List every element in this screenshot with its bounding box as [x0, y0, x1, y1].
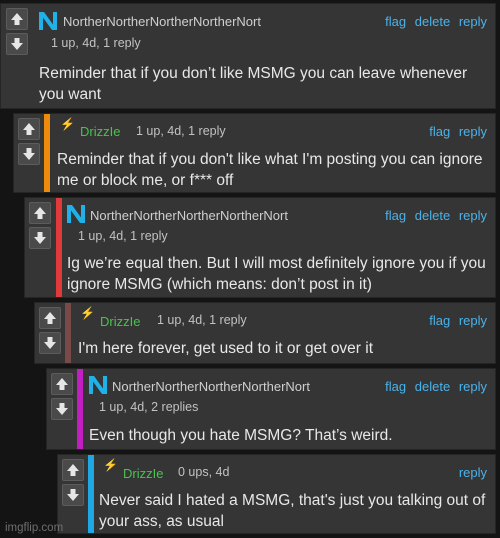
- comment-text: Even though you hate MSMG? That’s weird.: [89, 427, 393, 444]
- vote-controls: [62, 459, 84, 509]
- username-link[interactable]: NortherNortherNortherNortherNort: [112, 379, 310, 394]
- lightning-avatar-icon[interactable]: ⚡: [103, 458, 118, 472]
- upvote-button[interactable]: [39, 307, 61, 329]
- comment-actions: flag reply: [424, 124, 487, 139]
- username-link[interactable]: DrizzIe: [123, 466, 163, 481]
- user-avatar-icon[interactable]: [37, 10, 59, 32]
- thread-bar: [77, 369, 83, 449]
- comment-actions: reply: [454, 465, 487, 480]
- comment-text: Reminder that if you don't like what I'm…: [57, 151, 483, 189]
- watermark: imgflip.com: [5, 522, 64, 534]
- arrow-up-icon: [56, 378, 68, 390]
- flag-link[interactable]: flag: [385, 14, 406, 29]
- downvote-button[interactable]: [39, 332, 61, 354]
- user-avatar-icon[interactable]: [87, 374, 109, 396]
- comment-6: ⚡ DrizzIe 0 ups, 4d reply Never said I h…: [57, 454, 496, 534]
- arrow-up-icon: [44, 312, 56, 324]
- username-link[interactable]: DrizzIe: [80, 124, 120, 139]
- arrow-down-icon: [67, 489, 79, 501]
- reply-link[interactable]: reply: [459, 14, 487, 29]
- arrow-down-icon: [56, 403, 68, 415]
- vote-controls: [39, 307, 61, 357]
- flag-link[interactable]: flag: [385, 208, 406, 223]
- upvote-button[interactable]: [62, 459, 84, 481]
- reply-link[interactable]: reply: [459, 124, 487, 139]
- comment-3: NortherNortherNortherNortherNort 1 up, 4…: [24, 197, 496, 298]
- upvote-button[interactable]: [51, 373, 73, 395]
- comment-meta: 1 up, 4d, 1 reply: [78, 229, 168, 243]
- comment-text: Never said I hated a MSMG, that's just y…: [99, 492, 486, 530]
- downvote-button[interactable]: [62, 484, 84, 506]
- flag-link[interactable]: flag: [385, 379, 406, 394]
- comment-meta: 1 up, 4d, 1 reply: [157, 313, 247, 327]
- comment-text: I'm here forever, get used to it or get …: [78, 340, 374, 357]
- reply-link[interactable]: reply: [459, 465, 487, 480]
- comment-actions: flag delete reply: [380, 14, 487, 29]
- comment-2: ⚡ DrizzIe 1 up, 4d, 1 reply flag reply R…: [13, 113, 496, 193]
- upvote-button[interactable]: [29, 202, 51, 224]
- comment-1: NortherNortherNortherNortherNort 1 up, 4…: [0, 3, 496, 109]
- comment-text: Reminder that if you don’t like MSMG you…: [39, 65, 468, 103]
- arrow-down-icon: [23, 148, 35, 160]
- arrow-up-icon: [23, 123, 35, 135]
- comment-actions: flag delete reply: [380, 379, 487, 394]
- vote-controls: [51, 373, 73, 423]
- upvote-button[interactable]: [6, 8, 28, 30]
- arrow-down-icon: [34, 232, 46, 244]
- comment-text: Ig we’re equal then. But I will most def…: [67, 255, 486, 293]
- downvote-button[interactable]: [6, 33, 28, 55]
- thread-bar: [88, 455, 94, 533]
- arrow-up-icon: [34, 207, 46, 219]
- downvote-button[interactable]: [51, 398, 73, 420]
- vote-controls: [29, 202, 51, 252]
- reply-link[interactable]: reply: [459, 208, 487, 223]
- comment-meta: 1 up, 4d, 2 replies: [99, 400, 199, 414]
- username-link[interactable]: NortherNortherNortherNortherNort: [63, 14, 261, 29]
- reply-link[interactable]: reply: [459, 379, 487, 394]
- comment-meta: 1 up, 4d, 1 reply: [51, 36, 141, 50]
- comment-4: ⚡ DrizzIe 1 up, 4d, 1 reply flag reply I…: [34, 302, 496, 364]
- vote-controls: [18, 118, 40, 168]
- delete-link[interactable]: delete: [415, 14, 450, 29]
- thread-bar: [44, 114, 50, 192]
- flag-link[interactable]: flag: [429, 124, 450, 139]
- lightning-avatar-icon[interactable]: ⚡: [80, 306, 95, 320]
- comment-5: NortherNortherNortherNortherNort 1 up, 4…: [46, 368, 496, 450]
- comment-meta: 0 ups, 4d: [178, 465, 230, 479]
- delete-link[interactable]: delete: [415, 208, 450, 223]
- thread-bar: [56, 198, 62, 297]
- lightning-avatar-icon[interactable]: ⚡: [60, 117, 75, 131]
- comment-actions: flag delete reply: [380, 208, 487, 223]
- upvote-button[interactable]: [18, 118, 40, 140]
- username-link[interactable]: NortherNortherNortherNortherNort: [90, 208, 288, 223]
- arrow-up-icon: [67, 464, 79, 476]
- arrow-up-icon: [11, 13, 23, 25]
- username-link[interactable]: DrizzIe: [100, 314, 140, 329]
- downvote-button[interactable]: [18, 143, 40, 165]
- delete-link[interactable]: delete: [415, 379, 450, 394]
- user-avatar-icon[interactable]: [65, 203, 87, 225]
- thread-bar: [65, 303, 71, 363]
- comment-actions: flag reply: [424, 313, 487, 328]
- comment-meta: 1 up, 4d, 1 reply: [136, 124, 226, 138]
- vote-controls: [6, 8, 28, 58]
- arrow-down-icon: [44, 337, 56, 349]
- arrow-down-icon: [11, 38, 23, 50]
- flag-link[interactable]: flag: [429, 313, 450, 328]
- reply-link[interactable]: reply: [459, 313, 487, 328]
- downvote-button[interactable]: [29, 227, 51, 249]
